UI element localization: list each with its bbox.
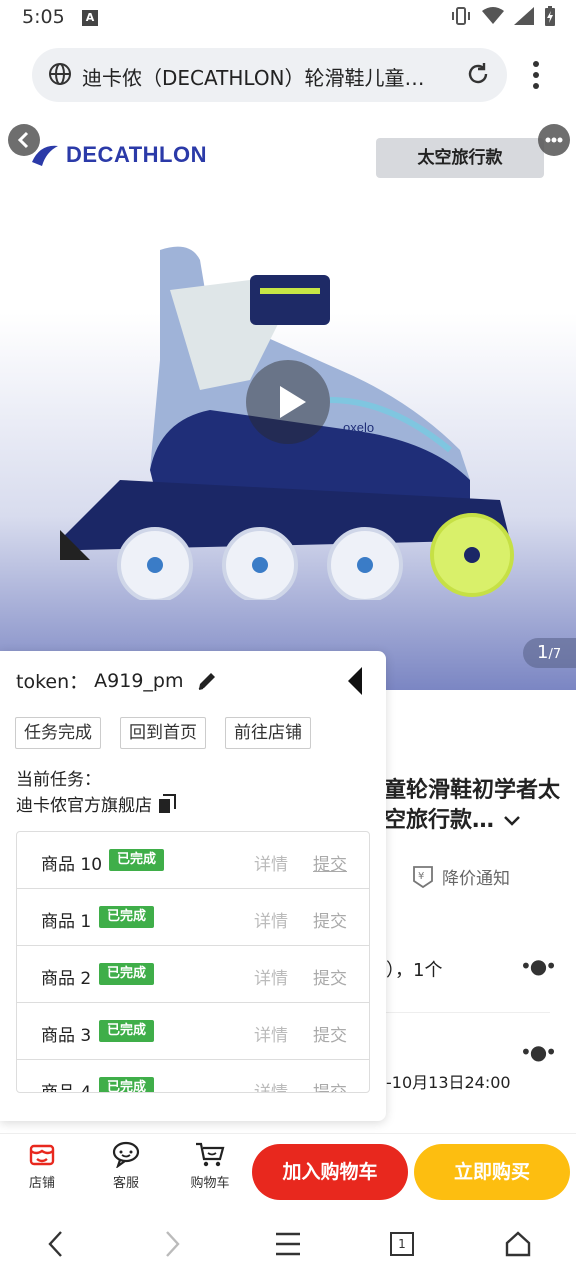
menu-lines-icon[interactable] (274, 1229, 302, 1259)
browser-nav-bar: 1 (0, 1211, 576, 1280)
address-bar[interactable]: 迪卡侬（DECATHLON）轮滑鞋儿童… (32, 48, 507, 102)
wifi-icon (482, 7, 504, 24)
price-alert-button[interactable]: ¥ 降价通知 (412, 864, 510, 889)
brand-name: DECATHLON (66, 142, 207, 167)
submit-link[interactable]: 提交 (313, 850, 347, 875)
video-play-button[interactable] (246, 360, 330, 444)
product-title: 童轮滑鞋初学者太空旅行款… (384, 776, 564, 836)
copy-icon[interactable] (158, 793, 176, 814)
store-icon (29, 1144, 55, 1166)
spec-more-icon[interactable]: •●• (520, 954, 557, 978)
brand-logo: DECATHLON (30, 142, 207, 168)
row-product-name: 商品 4 (41, 1083, 92, 1093)
product-image-carousel[interactable]: DECATHLON 太空旅行款 oxelo 1/7 (0, 110, 576, 690)
detail-link[interactable]: 详情 (254, 1021, 288, 1046)
store-tab[interactable]: 店铺 (12, 1140, 72, 1191)
status-badge: 已完成 (99, 1077, 155, 1092)
service-tab-label: 客服 (112, 1176, 139, 1191)
play-icon (280, 386, 306, 418)
table-row: 商品 1 已完成 详情 提交 (17, 889, 369, 946)
service-tab[interactable]: 客服 (96, 1140, 156, 1191)
price-tag-icon: ¥ (413, 865, 433, 888)
submit-link[interactable]: 提交 (313, 907, 347, 932)
go-store-button[interactable]: 前往店铺 (225, 717, 311, 749)
svg-text:¥: ¥ (418, 871, 424, 882)
status-bar: 5:05 A (0, 0, 576, 36)
token-row: token： A919_pm (16, 667, 219, 694)
image-counter-total: /7 (548, 647, 562, 662)
task-done-button[interactable]: 任务完成 (15, 717, 101, 749)
tabs-button[interactable]: 1 (390, 1232, 414, 1256)
table-row: 商品 4 已完成 详情 提交 (17, 1060, 369, 1093)
chevron-down-icon[interactable] (502, 814, 522, 828)
collapse-panel-icon[interactable] (348, 667, 362, 695)
row-product-name: 商品 10 (41, 855, 103, 875)
status-badge: 已完成 (99, 1020, 155, 1042)
row-product-name: 商品 2 (41, 969, 92, 989)
promo-more-icon[interactable]: •●• (520, 1040, 557, 1064)
add-to-cart-button[interactable]: 加入购物车 (252, 1144, 408, 1200)
battery-icon (545, 6, 555, 26)
status-badge: 已完成 (109, 849, 165, 871)
signal-icon (514, 7, 534, 25)
back-home-button[interactable]: 回到首页 (120, 717, 206, 749)
detail-link[interactable]: 详情 (254, 964, 288, 989)
status-badge: 已完成 (99, 906, 155, 928)
image-counter-current: 1 (537, 642, 549, 663)
bottom-action-bar: 店铺 客服 购物车 加入购物车 立即购买 (0, 1133, 576, 1211)
globe-icon (49, 63, 71, 85)
current-task-label: 当前任务： (16, 770, 101, 790)
browser-menu-icon[interactable] (525, 58, 547, 92)
price-alert-label: 降价通知 (442, 869, 510, 889)
table-row: 商品 2 已完成 详情 提交 (17, 946, 369, 1003)
product-title-text: 童轮滑鞋初学者太空旅行款… (384, 778, 561, 833)
more-dots-icon (545, 137, 563, 143)
submit-link[interactable]: 提交 (313, 1021, 347, 1046)
current-task-store: 迪卡侬官方旗舰店 (16, 791, 176, 816)
cart-tab[interactable]: 购物车 (180, 1140, 240, 1191)
status-time: 5:05 (22, 6, 65, 28)
url-text[interactable]: 迪卡侬（DECATHLON）轮滑鞋儿童… (82, 62, 462, 91)
style-tag: 太空旅行款 (376, 138, 544, 178)
forward-arrow-icon[interactable] (160, 1229, 184, 1259)
table-row: 商品 10 已完成 详情 提交 (17, 832, 369, 889)
more-button[interactable] (538, 124, 570, 156)
promo-deadline-text: -10月13日24:00 (386, 1073, 511, 1092)
detail-link[interactable]: 详情 (254, 850, 288, 875)
row-product-name: 商品 1 (41, 912, 92, 932)
detail-link[interactable]: 详情 (254, 1078, 288, 1092)
token-value: A919_pm (94, 669, 184, 692)
chat-bubble-icon (112, 1141, 140, 1168)
home-icon[interactable] (504, 1229, 532, 1259)
product-task-table: 商品 10 已完成 详情 提交 商品 1 已完成 详情 提交 商品 2 已完成 … (16, 831, 370, 1093)
row-product-name: 商品 3 (41, 1026, 92, 1046)
back-button[interactable] (8, 124, 40, 156)
status-icons (450, 6, 556, 26)
store-tab-label: 店铺 (28, 1176, 55, 1191)
notification-a-icon: A (82, 10, 98, 26)
submit-link[interactable]: 提交 (313, 964, 347, 989)
token-label: token： (16, 671, 89, 693)
spec-selection-text[interactable]: ），1个 (386, 956, 442, 982)
back-arrow-icon[interactable] (44, 1229, 68, 1259)
status-badge: 已完成 (99, 963, 155, 985)
divider (386, 1012, 550, 1013)
chevron-left-icon (17, 131, 29, 149)
reload-icon[interactable] (465, 61, 491, 87)
vibrate-icon (452, 7, 470, 25)
buy-now-button[interactable]: 立即购买 (414, 1144, 570, 1200)
current-task-store-name: 迪卡侬官方旗舰店 (16, 796, 152, 816)
skate-brand-label: oxelo (343, 420, 374, 435)
image-counter: 1/7 (523, 638, 576, 668)
cart-tab-label: 购物车 (190, 1176, 230, 1191)
edit-pencil-icon[interactable] (195, 669, 219, 693)
task-helper-panel: token： A919_pm 任务完成 回到首页 前往店铺 当前任务： 迪卡侬官… (0, 651, 386, 1121)
detail-link[interactable]: 详情 (254, 907, 288, 932)
submit-link[interactable]: 提交 (313, 1078, 347, 1092)
table-row: 商品 3 已完成 详情 提交 (17, 1003, 369, 1060)
shopping-cart-icon (196, 1142, 225, 1167)
